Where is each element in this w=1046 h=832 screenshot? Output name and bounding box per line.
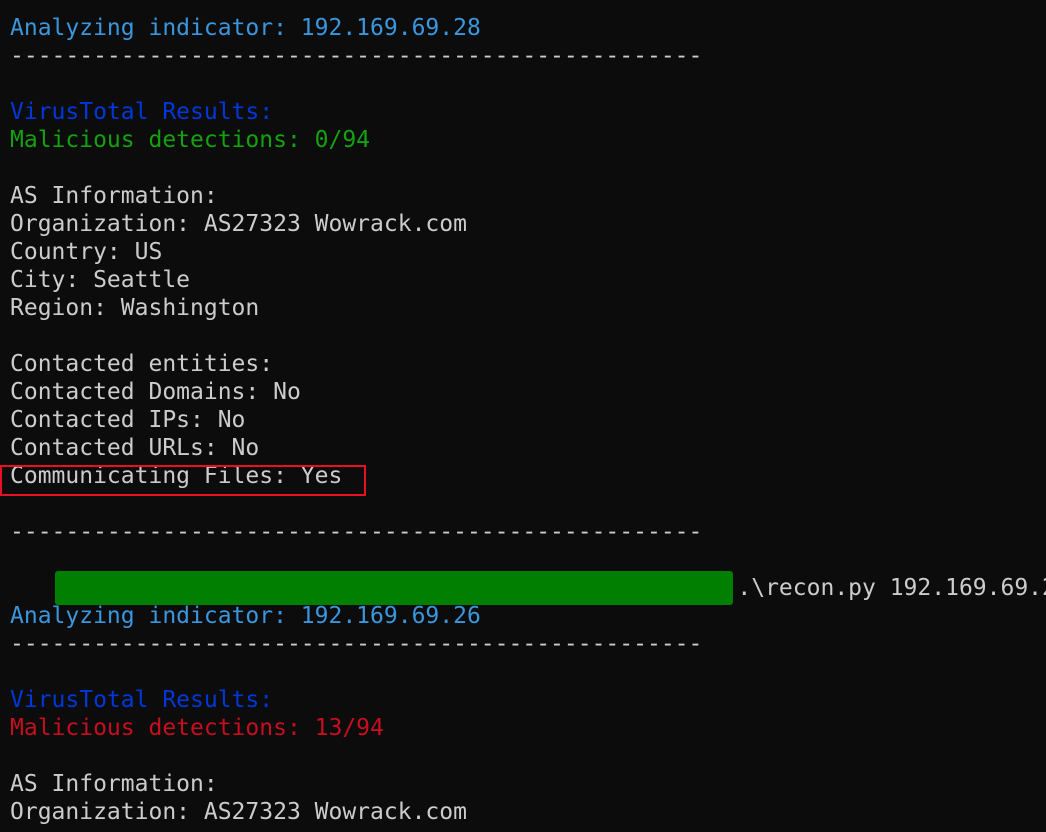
organization-line-2: Organization: AS27323 Wowrack.com xyxy=(10,799,467,825)
country-line: Country: US xyxy=(10,239,163,265)
contacted-domains-line: Contacted Domains: No xyxy=(10,379,301,405)
region-line: Region: Washington xyxy=(10,295,260,321)
command-prompt-line[interactable]: .\recon.py 192.169.69.26 xyxy=(0,546,1046,605)
virustotal-header-2: VirusTotal Results: xyxy=(10,687,274,713)
end-separator-line: ----------------------------------------… xyxy=(10,519,703,545)
organization-line: Organization: AS27323 Wowrack.com xyxy=(10,211,467,237)
contacted-entities-header: Contacted entities: xyxy=(10,351,274,377)
redacted-prompt-path xyxy=(55,571,734,605)
contacted-ips-line: Contacted IPs: No xyxy=(10,407,246,433)
contacted-urls-line: Contacted URLs: No xyxy=(10,435,260,461)
separator-line: ----------------------------------------… xyxy=(10,43,703,69)
communicating-files-highlight-box xyxy=(0,465,366,496)
as-information-header: AS Information: xyxy=(10,183,218,209)
malicious-detections-clean: Malicious detections: 0/94 xyxy=(10,127,371,153)
analyzing-indicator-line-2: Analyzing indicator: 192.169.69.26 xyxy=(10,603,481,629)
malicious-detections-flagged: Malicious detections: 13/94 xyxy=(10,715,384,741)
terminal-window[interactable]: Analyzing indicator: 192.169.69.28 -----… xyxy=(0,0,1046,832)
separator-line-2: ----------------------------------------… xyxy=(10,631,703,657)
city-line: City: Seattle xyxy=(10,267,191,293)
command-text: .\recon.py 192.169.69.26 xyxy=(737,575,1046,601)
analyzing-indicator-line: Analyzing indicator: 192.169.69.28 xyxy=(10,15,481,41)
virustotal-header: VirusTotal Results: xyxy=(10,99,274,125)
as-information-header-2: AS Information: xyxy=(10,771,218,797)
